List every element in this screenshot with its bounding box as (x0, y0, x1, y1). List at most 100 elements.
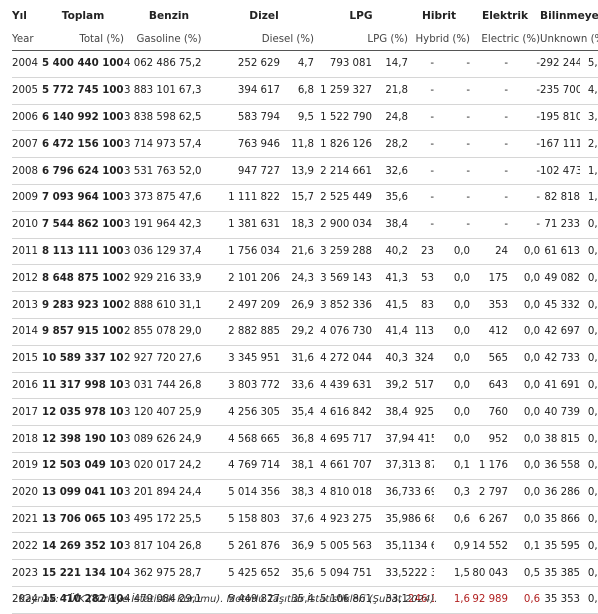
cell-unknown: 167 111 (540, 130, 581, 159)
cell-gasoline-value: 3 089 626 (124, 433, 176, 445)
cell-unknown: 45 332 (540, 291, 581, 319)
col-subheader-diesel: Diesel (%) (214, 28, 315, 51)
table-row: 2004 5 400 440 100 4 062 486 75,2 252 629 4,7… (12, 50, 598, 78)
cell-gasoline-pct: 31,1 (178, 299, 202, 311)
cell-year: 2023 (12, 559, 42, 587)
cell-electric: 760 (470, 398, 509, 427)
cell-electric: 412 (470, 318, 509, 346)
cell-lpg: 2 525 449 (314, 184, 373, 212)
cell-electric: 2 797 (470, 479, 509, 507)
cell-unknown-pct: 0,2 (580, 586, 598, 614)
table-row: 2013 9 283 923 100 2 888 610 31,1 2 497 209 2… (12, 291, 598, 319)
cell-diesel-pct: 33,6 (280, 372, 315, 400)
cell-electric-pct: - (508, 50, 541, 78)
cell-electric-pct: - (508, 104, 541, 132)
cell-total: 9 283 923 100 (42, 291, 124, 319)
col-header-lpg: LPG (349, 10, 373, 22)
col-subheader-total: Total (%) (42, 28, 124, 51)
cell-gasoline-pct: 75,2 (178, 58, 202, 70)
cell-electric-pct: - (508, 130, 541, 159)
cell-hybrid: - (408, 104, 435, 132)
cell-year: 2017 (12, 398, 42, 427)
cell-gasoline-pct: 28,7 (178, 567, 202, 579)
cell-diesel-pct: 26,9 (280, 291, 315, 319)
cell-electric: - (470, 104, 509, 132)
cell-unknown-pct: 4,1 (580, 77, 598, 105)
cell-gasoline-pct: 24,2 (178, 460, 202, 472)
cell-total: 6 472 156 100 (42, 130, 124, 159)
cell-hybrid-pct: 0,0 (434, 291, 471, 319)
cell-unknown-pct: 0,3 (580, 479, 598, 507)
cell-hybrid: 222 328 (408, 559, 435, 587)
cell-unknown: 49 082 (540, 264, 581, 293)
col-subheader-year: Year (12, 28, 42, 51)
cell-diesel-pct: 15,7 (280, 184, 315, 212)
vehicle-fuel-table: Yıl Toplam Benzin Dizel LPG Hibrit Elekt… (12, 4, 598, 614)
cell-gasoline-pct: 27,6 (178, 353, 202, 365)
cell-diesel: 1 381 631 (214, 211, 280, 239)
cell-gasoline: 3 036 129 37,4 (124, 238, 214, 266)
cell-gasoline: 2 929 216 33,9 (124, 264, 214, 293)
table-row: 2008 6 796 624 100 3 531 763 52,0 947 727 13,… (12, 157, 598, 185)
cell-unknown: 42 697 (540, 318, 581, 346)
cell-diesel: 2 101 206 (214, 264, 280, 293)
cell-diesel: 5 014 356 (214, 479, 280, 507)
cell-hybrid: 53 (408, 264, 435, 293)
cell-diesel: 947 727 (214, 157, 280, 185)
cell-lpg-pct: 14,7 (372, 50, 409, 78)
cell-year: 2016 (12, 372, 42, 400)
cell-unknown: 35 385 (540, 559, 581, 587)
cell-year: 2010 (12, 211, 42, 239)
cell-unknown: 102 473 (540, 157, 581, 185)
cell-electric: 6 267 (470, 506, 509, 534)
cell-diesel-pct: 6,8 (280, 77, 315, 105)
cell-electric-pct: 0,1 (508, 532, 541, 561)
cell-lpg: 4 616 842 (314, 398, 373, 427)
cell-gasoline: 3 838 598 62,5 (124, 104, 214, 132)
col-header-total: Toplam (61, 10, 105, 22)
cell-gasoline-value: 3 531 763 (124, 165, 176, 177)
cell-diesel-pct: 36,9 (280, 532, 315, 561)
cell-lpg-pct: 36,7 (372, 479, 409, 507)
cell-total: 11 317 998 100 (42, 372, 124, 400)
table-row: 2015 10 589 337 100 2 927 720 27,6 3 345 951… (12, 345, 598, 373)
cell-gasoline-pct: 47,6 (178, 192, 202, 204)
cell-gasoline: 2 927 720 27,6 (124, 345, 214, 373)
cell-hybrid: - (408, 50, 435, 78)
cell-electric-pct: 0,0 (508, 345, 541, 373)
cell-lpg-pct: 40,2 (372, 238, 409, 266)
cell-unknown: 38 815 (540, 425, 581, 453)
cell-hybrid: 113 (408, 318, 435, 346)
cell-lpg: 4 661 707 (314, 452, 373, 480)
cell-gasoline-value: 3 495 172 (124, 513, 176, 525)
cell-total: 7 093 964 100 (42, 184, 124, 212)
cell-lpg: 4 272 044 (314, 345, 373, 373)
cell-hybrid: 134 662 (408, 532, 435, 561)
cell-gasoline-value: 2 888 610 (124, 299, 176, 311)
cell-unknown-pct: 0,6 (580, 264, 598, 293)
cell-gasoline: 3 120 407 25,9 (124, 398, 214, 427)
table-row: 2022 14 269 352 100 3 817 104 26,8 5 261 876… (12, 532, 598, 561)
col-subheader-hybrid: Hybrid (%) (408, 28, 471, 51)
cell-diesel: 4 256 305 (214, 398, 280, 427)
cell-unknown: 36 286 (540, 479, 581, 507)
cell-gasoline-pct: 62,5 (178, 111, 202, 123)
cell-lpg: 793 081 (314, 50, 373, 78)
cell-unknown-pct: 0,4 (580, 318, 598, 346)
cell-electric-pct: - (508, 211, 541, 239)
cell-gasoline: 3 714 973 57,4 (124, 130, 214, 159)
cell-lpg: 1 826 126 (314, 130, 373, 159)
cell-diesel-pct: 38,3 (280, 479, 315, 507)
cell-hybrid-pct: - (434, 157, 471, 185)
cell-unknown: 82 818 (540, 184, 581, 212)
cell-electric-pct: 0,0 (508, 479, 541, 507)
cell-gasoline-pct: 37,4 (178, 245, 202, 257)
col-header-gasoline: Benzin (148, 10, 190, 22)
cell-electric-pct: - (508, 157, 541, 185)
cell-electric: - (470, 130, 509, 159)
cell-diesel: 3 803 772 (214, 372, 280, 400)
col-header-diesel: Dizel (249, 10, 279, 22)
cell-unknown-pct: 3,2 (580, 104, 598, 132)
cell-unknown: 40 739 (540, 398, 581, 427)
cell-lpg: 1 259 327 (314, 77, 373, 105)
